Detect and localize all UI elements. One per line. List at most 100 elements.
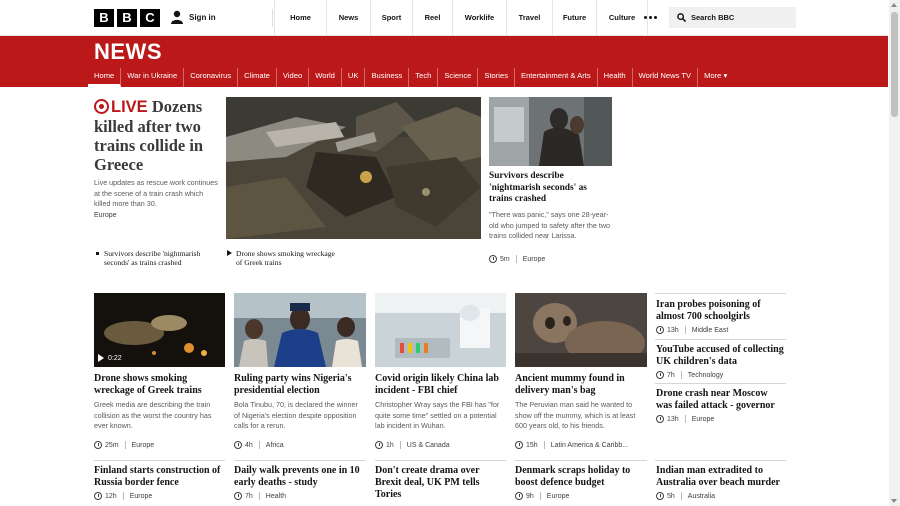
story-meta: 4h Africa: [234, 441, 284, 449]
story-tag[interactable]: Europe: [130, 493, 153, 500]
logo-letter: C: [140, 9, 160, 27]
divider: [272, 9, 273, 27]
story-headline[interactable]: Indian man extradited to Australia over …: [656, 465, 786, 489]
global-nav-travel[interactable]: Travel: [506, 0, 552, 36]
section-world[interactable]: World: [309, 68, 342, 87]
divider: [655, 293, 786, 294]
section-science[interactable]: Science: [438, 68, 479, 87]
side-story-image[interactable]: [489, 97, 612, 166]
global-nav-sport[interactable]: Sport: [370, 0, 412, 36]
section-uk[interactable]: UK: [342, 68, 366, 87]
story-headline[interactable]: Daily walk prevents one in 10 early deat…: [234, 465, 366, 489]
related-video-link[interactable]: Drone shows smoking wreckage of Greek tr…: [227, 249, 337, 267]
logo-letter: B: [94, 9, 114, 27]
section-video[interactable]: Video: [277, 68, 310, 87]
section-war-in-ukraine[interactable]: War in Ukraine: [121, 68, 185, 87]
section-health[interactable]: Health: [598, 68, 633, 87]
story-summary: The Peruvian man said he wanted to show …: [515, 400, 636, 430]
section-home[interactable]: Home: [88, 68, 122, 87]
section-coronavirus[interactable]: Coronavirus: [184, 68, 239, 87]
global-nav-home[interactable]: Home: [274, 0, 326, 36]
story-image[interactable]: [375, 293, 506, 367]
global-nav-future[interactable]: Future: [552, 0, 596, 36]
side-story-summary: "There was panic," says one 28-year-old …: [489, 210, 611, 240]
story-tag[interactable]: Europe: [547, 493, 570, 500]
divider: [234, 460, 366, 461]
story-tag[interactable]: Africa: [266, 442, 284, 449]
clock-icon: [94, 441, 102, 449]
story-headline[interactable]: Ruling party wins Nigeria's presidential…: [234, 373, 362, 397]
scrollbar-thumb[interactable]: [891, 12, 898, 117]
scroll-up-icon[interactable]: [891, 3, 897, 7]
section-business[interactable]: Business: [365, 68, 410, 87]
section-climate[interactable]: Climate: [238, 68, 277, 87]
section-stories[interactable]: Stories: [478, 68, 516, 87]
story-tag[interactable]: Technology: [688, 372, 723, 379]
news-logo[interactable]: NEWS: [94, 39, 162, 65]
story-image[interactable]: [515, 293, 647, 367]
story-tag[interactable]: Australia: [688, 493, 715, 500]
story-meta: 7h Technology: [656, 371, 723, 379]
side-story-tag[interactable]: Europe: [523, 256, 546, 263]
survivors-image: [489, 97, 612, 166]
sign-in-button[interactable]: Sign in: [170, 10, 216, 24]
clock-icon: [94, 492, 102, 500]
related-link[interactable]: Survivors describe 'nightmarish seconds'…: [94, 249, 219, 267]
page-scrollbar[interactable]: [889, 0, 900, 506]
user-icon: [171, 10, 183, 24]
mummy-image: [515, 293, 647, 367]
lead-summary: Live updates as rescue work continues at…: [94, 178, 218, 208]
video-duration-badge[interactable]: 0:22: [94, 351, 126, 365]
lead-image[interactable]: [226, 97, 481, 239]
story-headline[interactable]: Drone crash near Moscow was failed attac…: [656, 388, 786, 412]
clock-icon: [375, 441, 383, 449]
lead-headline[interactable]: LIVE Dozens killed after two trains coll…: [94, 97, 222, 174]
story-meta: 9h Europe: [515, 492, 569, 500]
clock-icon: [489, 255, 497, 263]
global-nav-reel[interactable]: Reel: [412, 0, 452, 36]
story-headline[interactable]: Covid origin likely China lab incident -…: [375, 373, 503, 397]
lead-tag[interactable]: Europe: [94, 212, 117, 219]
story-tag[interactable]: Middle East: [692, 327, 729, 334]
divider: [515, 460, 647, 461]
train-wreck-image: [226, 97, 481, 239]
section-more[interactable]: More ▾: [698, 68, 733, 87]
side-story-meta: 5m Europe: [489, 255, 545, 263]
story-tag[interactable]: Latin America & Caribb...: [551, 442, 628, 449]
section-tech[interactable]: Tech: [409, 68, 439, 87]
story-meta: 7h Health: [234, 492, 286, 500]
play-icon: [227, 250, 232, 256]
story-headline[interactable]: Denmark scraps holiday to boost defence …: [515, 465, 643, 489]
story-meta: 13h Middle East: [656, 326, 728, 334]
bbc-logo[interactable]: B B C: [94, 9, 160, 27]
story-tag[interactable]: Health: [266, 493, 286, 500]
story-meta: 13h Europe: [656, 415, 714, 423]
story-image[interactable]: [234, 293, 366, 367]
story-tag[interactable]: US & Canada: [407, 442, 450, 449]
search-input[interactable]: Search BBC: [669, 7, 796, 28]
story-tag[interactable]: Europe: [692, 416, 715, 423]
news-section-nav: Home War in Ukraine Coronavirus Climate …: [88, 68, 733, 87]
side-story-headline[interactable]: Survivors describe 'nightmarish seconds'…: [489, 171, 611, 206]
scroll-down-icon[interactable]: [891, 499, 897, 503]
story-headline[interactable]: YouTube accused of collecting UK childre…: [656, 344, 788, 368]
story-headline[interactable]: Finland starts construction of Russia bo…: [94, 465, 226, 489]
story-headline[interactable]: Drone shows smoking wreckage of Greek tr…: [94, 373, 219, 397]
story-summary: Greek media are describing the train col…: [94, 400, 212, 430]
story-summary: Bola Tinubu, 70, is declared the winner …: [234, 400, 358, 430]
lab-image: [375, 293, 506, 367]
global-nav-culture[interactable]: Culture: [596, 0, 648, 36]
global-nav-worklife[interactable]: Worklife: [452, 0, 506, 36]
story-meta: 15h Latin America & Caribb...: [515, 441, 628, 449]
section-world-news-tv[interactable]: World News TV: [633, 68, 699, 87]
story-headline[interactable]: Ancient mummy found in delivery man's ba…: [515, 373, 643, 397]
search-icon: [677, 13, 686, 22]
global-nav-news[interactable]: News: [326, 0, 370, 36]
story-tag[interactable]: Europe: [132, 442, 155, 449]
divider: [655, 383, 786, 384]
section-entertainment-arts[interactable]: Entertainment & Arts: [515, 68, 598, 87]
story-headline[interactable]: Don't create drama over Brexit deal, UK …: [375, 465, 495, 501]
story-headline[interactable]: Iran probes poisoning of almost 700 scho…: [656, 299, 784, 323]
logo-letter: B: [117, 9, 137, 27]
more-menu-icon[interactable]: [644, 16, 657, 19]
